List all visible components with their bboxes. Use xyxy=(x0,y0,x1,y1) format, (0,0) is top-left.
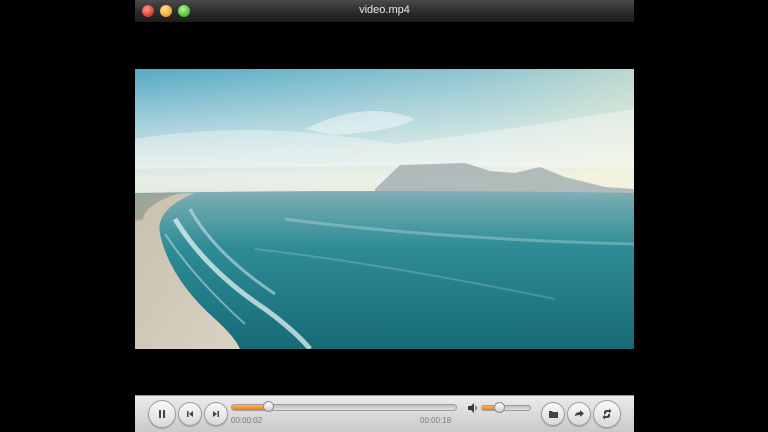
skip-next-icon xyxy=(213,411,219,417)
total-duration: 00:00:18 xyxy=(420,416,452,425)
share-button[interactable] xyxy=(567,402,591,426)
next-button[interactable] xyxy=(204,402,228,426)
share-icon xyxy=(575,410,584,417)
control-bar: 00:00:02 00:00:18 xyxy=(135,395,634,432)
elapsed-time: 00:00:02 xyxy=(231,416,263,425)
seek-knob[interactable] xyxy=(262,401,274,412)
pause-icon xyxy=(159,410,165,418)
loop-icon xyxy=(602,408,612,420)
open-file-button[interactable] xyxy=(541,402,565,426)
seek-bar[interactable] xyxy=(231,401,457,412)
volume-slider[interactable] xyxy=(481,402,531,413)
title-bar[interactable]: video.mp4 xyxy=(135,0,634,23)
loop-button[interactable] xyxy=(593,400,621,428)
video-frame[interactable] xyxy=(135,69,634,349)
play-pause-button[interactable] xyxy=(148,400,176,428)
speaker-icon[interactable] xyxy=(467,402,479,414)
window-title: video.mp4 xyxy=(359,4,410,16)
previous-button[interactable] xyxy=(178,402,202,426)
skip-previous-icon xyxy=(187,411,193,417)
video-frame-image xyxy=(135,69,634,349)
player-window: video.mp4 00:00:02 00:00:18 xyxy=(135,0,634,432)
folder-icon xyxy=(548,411,558,418)
volume-knob[interactable] xyxy=(493,402,505,413)
